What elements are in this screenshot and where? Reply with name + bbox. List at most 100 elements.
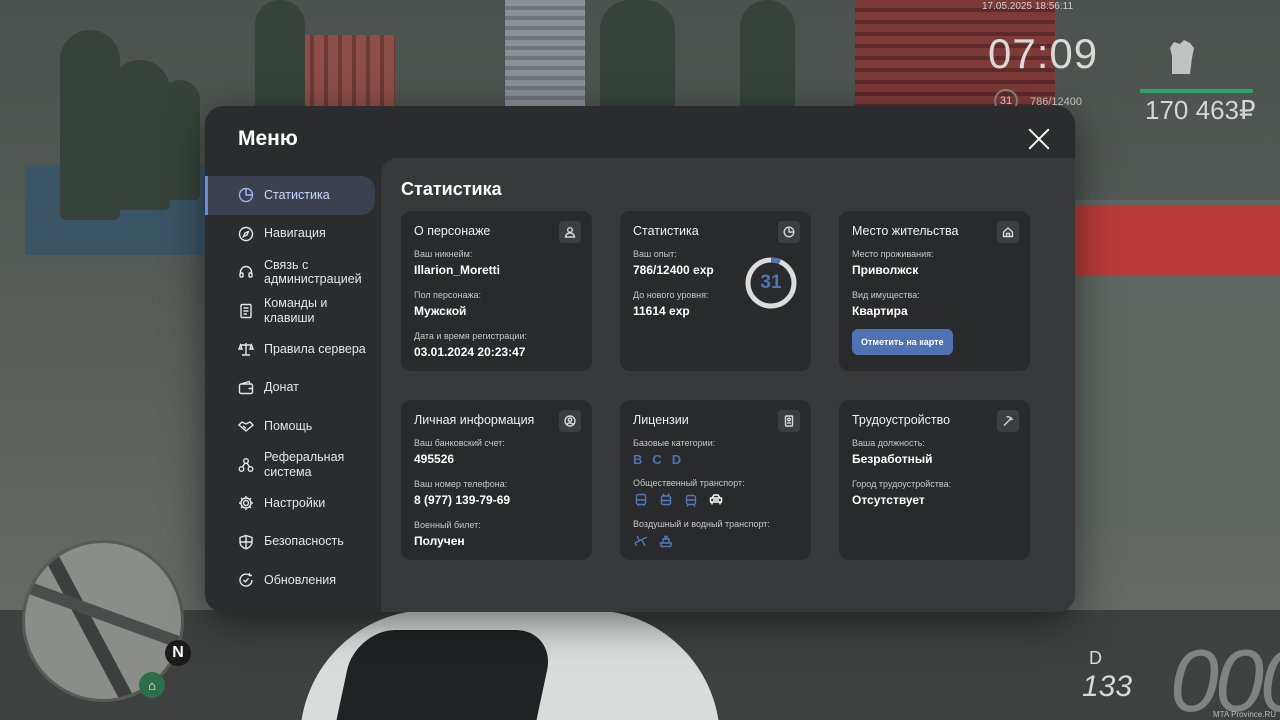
card-residence: Место жительства Место проживания: Приво… xyxy=(839,211,1030,371)
speedometer-speed: 000 xyxy=(1170,631,1280,720)
card-title: Лицензии xyxy=(633,413,689,427)
document-icon xyxy=(238,303,254,319)
tree xyxy=(255,0,305,110)
server-watermark: MTA Province.RU xyxy=(1213,710,1276,719)
bus xyxy=(1075,205,1280,275)
card-title: Статистика xyxy=(633,224,699,238)
hud-clock: 07:09 xyxy=(988,30,1099,77)
public-transport-icons xyxy=(633,492,798,507)
gender-label: Пол персонажа: xyxy=(414,290,482,300)
phone-label: Ваш номер телефона: xyxy=(414,479,508,489)
content-title: Статистика xyxy=(401,179,502,199)
license-category-b: B xyxy=(633,452,643,467)
sidebar-item-label: Безопасность xyxy=(264,534,344,549)
registration-value: 03.01.2024 20:23:47 xyxy=(414,345,526,359)
trolleybus-icon xyxy=(658,492,673,507)
card-personal-info: Личная информация Ваш банковский счет: 4… xyxy=(401,400,592,560)
sidebar-item-referral[interactable]: Реферальная система xyxy=(205,446,381,485)
menu-panel: Меню Статистика Навигация Связь с админи… xyxy=(205,106,1075,612)
property-type-label: Вид имущества: xyxy=(852,290,920,300)
phone-value: 8 (977) 139-79-69 xyxy=(414,493,511,507)
compass-north-icon: N xyxy=(165,640,191,666)
sidebar-item-label: Навигация xyxy=(264,226,326,241)
registration-label: Дата и время регистрации: xyxy=(414,331,527,341)
sidebar: Статистика Навигация Связь с администрац… xyxy=(205,176,381,600)
menu-title: Меню xyxy=(238,127,298,150)
sidebar-item-commands[interactable]: Команды и клавиши xyxy=(205,292,381,331)
pickaxe-icon xyxy=(997,410,1019,432)
license-category-d: D xyxy=(671,452,682,467)
sidebar-item-navigation[interactable]: Навигация xyxy=(205,215,381,254)
sidebar-item-label: Связь с администрацией xyxy=(264,257,362,287)
tree xyxy=(740,0,795,110)
user-circle-icon xyxy=(559,410,581,432)
user-icon xyxy=(559,221,581,243)
wallet-icon xyxy=(238,380,254,396)
card-character: О персонаже Ваш никнейм: Illarion_Morett… xyxy=(401,211,592,371)
content-area: Статистика О персонаже Ваш никнейм: Illa… xyxy=(381,158,1075,612)
sidebar-item-donate[interactable]: Донат xyxy=(205,369,381,408)
license-categories: B C D xyxy=(633,452,798,467)
car-windshield xyxy=(334,630,556,720)
sidebar-item-updates[interactable]: Обновления xyxy=(205,561,381,600)
military-id-value: Получен xyxy=(414,534,465,548)
tree xyxy=(600,0,675,115)
scales-icon xyxy=(238,341,254,357)
headset-icon xyxy=(238,264,254,280)
nickname-value: Illarion_Moretti xyxy=(414,263,501,277)
sidebar-item-label: Реферальная система xyxy=(264,450,345,479)
close-button[interactable] xyxy=(1027,127,1051,151)
job-city-label: Город трудоустройства: xyxy=(852,479,952,489)
sidebar-item-label: Правила сервера xyxy=(264,341,366,356)
refresh-icon xyxy=(238,572,254,588)
job-city-value: Отсутствует xyxy=(852,493,925,507)
sidebar-item-label: Настройки xyxy=(264,495,326,510)
card-statistics: Статистика Ваш опыт: 786/12400 exp До но… xyxy=(620,211,811,371)
sidebar-item-label: Помощь xyxy=(264,418,313,433)
bus-icon xyxy=(633,492,648,507)
speedometer-gear: D xyxy=(1089,648,1102,668)
bank-icon: ⌂ xyxy=(139,672,165,698)
hud-money: 170 463₽ xyxy=(1145,95,1256,125)
sidebar-item-label: Донат xyxy=(264,380,299,395)
license-category-c: C xyxy=(652,452,662,467)
shield-icon xyxy=(238,534,254,550)
building xyxy=(505,0,585,120)
card-title: О персонаже xyxy=(414,224,491,238)
job-position-value: Безработный xyxy=(852,452,933,466)
tram-icon xyxy=(683,492,698,507)
gear-icon xyxy=(238,495,254,511)
card-title: Место жительства xyxy=(852,224,959,238)
bank-account-label: Ваш банковский счет: xyxy=(414,438,505,448)
sidebar-item-settings[interactable]: Настройки xyxy=(205,484,381,523)
sidebar-item-statistics[interactable]: Статистика xyxy=(205,176,375,215)
sidebar-item-label: Команды и клавиши xyxy=(264,296,328,325)
hud-health-bar xyxy=(1140,89,1253,93)
taxi-icon xyxy=(708,492,723,507)
sidebar-item-security[interactable]: Безопасность xyxy=(205,523,381,562)
card-title: Трудоустройство xyxy=(852,413,951,427)
pie-icon xyxy=(238,187,254,203)
tree xyxy=(160,80,200,200)
sidebar-item-rules[interactable]: Правила сервера xyxy=(205,330,381,369)
residence-place-label: Место проживания: xyxy=(852,249,934,259)
card-licenses: Лицензии Базовые категории: B C D Общест… xyxy=(620,400,811,560)
hud-datetime: 17.05.2025 18:56:11 xyxy=(982,1,1074,12)
handshake-icon xyxy=(238,418,254,434)
level-number: 31 xyxy=(760,272,782,293)
network-icon xyxy=(238,457,254,473)
sidebar-item-admin-contact[interactable]: Связь с администрацией xyxy=(205,253,381,292)
air-water-transport-icons xyxy=(633,533,798,548)
sidebar-item-label: Обновления xyxy=(264,572,336,587)
home-icon xyxy=(997,221,1019,243)
mark-on-map-button[interactable]: Отметить на карте xyxy=(852,329,953,355)
sidebar-item-label: Статистика xyxy=(264,187,330,202)
job-position-label: Ваша должность: xyxy=(852,438,925,448)
bank-account-value: 495526 xyxy=(414,452,455,466)
sidebar-item-help[interactable]: Помощь xyxy=(205,407,381,446)
pie-icon xyxy=(778,221,800,243)
residence-place-value: Приволжск xyxy=(852,263,919,277)
public-transport-label: Общественный транспорт: xyxy=(633,478,745,488)
id-card-icon xyxy=(778,410,800,432)
property-type-value: Квартира xyxy=(852,304,908,318)
